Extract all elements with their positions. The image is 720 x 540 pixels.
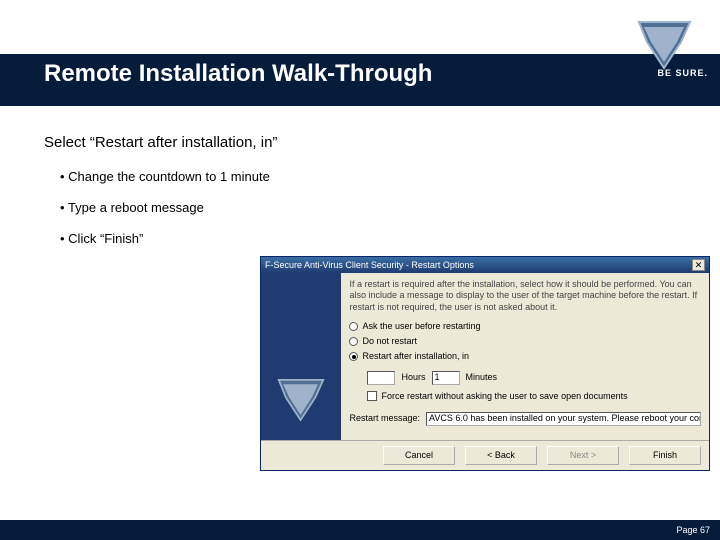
radio-label: Do not restart <box>362 336 417 347</box>
list-item: Type a reboot message <box>60 200 684 215</box>
radio-label: Ask the user before restarting <box>362 321 480 332</box>
cancel-button[interactable]: Cancel <box>383 446 455 465</box>
radio-ask-user[interactable]: Ask the user before restarting <box>349 321 701 332</box>
page-title: Remote Installation Walk-Through <box>44 60 432 88</box>
brand-name: F-SECURE® <box>564 26 620 39</box>
dialog-main: If a restart is required after the insta… <box>341 273 709 440</box>
dialog-sidebar <box>261 273 341 440</box>
checkbox-label: Force restart without asking the user to… <box>381 391 627 402</box>
bullet-list: Change the countdown to 1 minute Type a … <box>60 169 684 246</box>
radio-icon <box>349 322 358 331</box>
dialog-description: If a restart is required after the insta… <box>349 279 701 313</box>
page-number: Page 67 <box>676 525 710 535</box>
radio-label: Restart after installation, in <box>362 351 469 362</box>
checkbox-icon <box>367 391 377 401</box>
next-button: Next > <box>547 446 619 465</box>
dialog-title: F-Secure Anti-Virus Client Security - Re… <box>265 260 474 270</box>
minutes-field[interactable]: 1 <box>432 371 460 385</box>
minutes-label: Minutes <box>466 372 498 383</box>
finish-button[interactable]: Finish <box>629 446 701 465</box>
force-restart-checkbox[interactable]: Force restart without asking the user to… <box>367 391 701 402</box>
hours-label: Hours <box>401 372 425 383</box>
back-button[interactable]: < Back <box>465 446 537 465</box>
brand-tagline: BE SURE. <box>657 68 708 78</box>
list-item: Change the countdown to 1 minute <box>60 169 684 184</box>
header: Remote Installation Walk-Through F-SECUR… <box>0 0 720 108</box>
footer: Page 67 <box>0 520 720 540</box>
restart-message-field[interactable]: AVCS 6.0 has been installed on your syst… <box>426 412 701 426</box>
dialog-footer: Cancel < Back Next > Finish <box>261 440 709 470</box>
restart-options-dialog: F-Secure Anti-Virus Client Security - Re… <box>260 256 710 471</box>
radio-do-not-restart[interactable]: Do not restart <box>349 336 701 347</box>
brand-logo-icon <box>277 378 325 422</box>
radio-restart-after[interactable]: Restart after installation, in <box>349 351 701 362</box>
dialog-titlebar: F-Secure Anti-Virus Client Security - Re… <box>261 257 709 273</box>
hours-field[interactable] <box>367 371 395 385</box>
content: Select “Restart after installation, in” … <box>44 134 684 262</box>
radio-icon <box>349 352 358 361</box>
close-icon[interactable]: ✕ <box>692 259 705 271</box>
list-item: Click “Finish” <box>60 231 684 246</box>
restart-message-label: Restart message: <box>349 413 420 424</box>
subtitle: Select “Restart after installation, in” <box>44 134 684 151</box>
radio-icon <box>349 337 358 346</box>
